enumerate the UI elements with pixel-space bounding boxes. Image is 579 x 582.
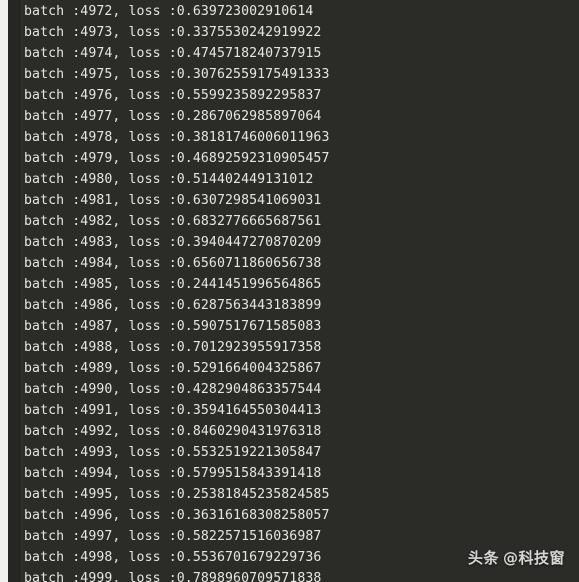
log-line: batch :4996, loss :0.36316168308258057	[24, 508, 330, 523]
log-line: batch :4977, loss :0.2867062985897064	[24, 109, 322, 124]
log-line: batch :4991, loss :0.3594164550304413	[24, 403, 322, 418]
log-line: batch :4992, loss :0.8460290431976318	[24, 424, 322, 439]
log-line: batch :4983, loss :0.3940447270870209	[24, 235, 322, 250]
log-line: batch :4978, loss :0.38181746006011963	[24, 130, 330, 145]
log-line: batch :4993, loss :0.5532519221305847	[24, 445, 322, 460]
console-left-gutter	[8, 0, 22, 582]
log-line: batch :4999, loss :0.7898960709571838	[24, 571, 322, 582]
log-line: batch :4974, loss :0.4745718240737915	[24, 46, 322, 61]
log-line: batch :4980, loss :0.514402449131012	[24, 172, 314, 187]
log-line: batch :4984, loss :0.6560711860656738	[24, 256, 322, 271]
watermark-handle: @科技窗	[502, 549, 565, 567]
log-line: batch :4972, loss :0.639723002910614	[24, 4, 314, 19]
log-line: batch :4986, loss :0.6287563443183899	[24, 298, 322, 313]
log-line: batch :4987, loss :0.5907517671585083	[24, 319, 322, 334]
log-line: batch :4979, loss :0.46892592310905457	[24, 151, 330, 166]
log-line: batch :4997, loss :0.5822571516036987	[24, 529, 322, 544]
log-line: batch :4985, loss :0.2441451996564865	[24, 277, 322, 292]
watermark: 头条 @科技窗	[468, 547, 565, 568]
log-line: batch :4989, loss :0.5291664004325867	[24, 361, 322, 376]
log-line: batch :4975, loss :0.30762559175491333	[24, 67, 330, 82]
watermark-brand: 头条	[467, 549, 499, 567]
log-line: batch :4982, loss :0.6832776665687561	[24, 214, 322, 229]
terminal-console-window: batch :4972, loss :0.639723002910614 batc…	[0, 0, 579, 582]
console-log-output[interactable]: batch :4972, loss :0.639723002910614 batc…	[0, 0, 579, 582]
log-line: batch :4973, loss :0.3375530242919922	[24, 25, 322, 40]
left-margin-strip	[0, 0, 8, 582]
log-line: batch :4990, loss :0.4282904863357544	[24, 382, 322, 397]
log-line: batch :4994, loss :0.5799515843391418	[24, 466, 322, 481]
log-line: batch :4976, loss :0.5599235892295837	[24, 88, 322, 103]
log-line: batch :4988, loss :0.7012923955917358	[24, 340, 322, 355]
log-line: batch :4995, loss :0.25381845235824585	[24, 487, 330, 502]
log-line: batch :4981, loss :0.6307298541069031	[24, 193, 322, 208]
